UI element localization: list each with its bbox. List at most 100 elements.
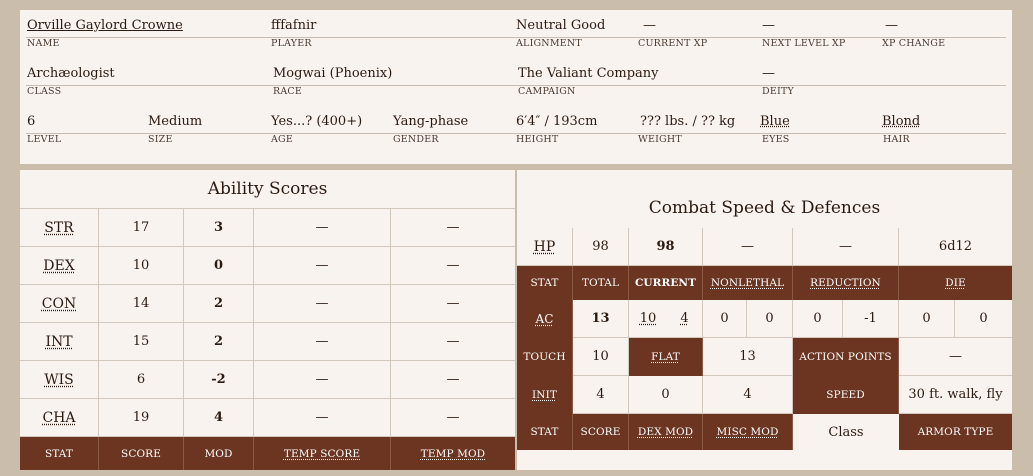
combat-title: Combat Speed & Defences — [648, 198, 881, 218]
hair-value[interactable]: Blond — [882, 114, 920, 130]
level-label: LEVEL — [27, 134, 62, 145]
player-label: PLAYER — [271, 38, 312, 49]
ability-score[interactable]: 15 — [99, 323, 184, 361]
ability-mod: -2 — [184, 361, 254, 399]
ability-score[interactable]: 14 — [99, 285, 184, 323]
alignment-value[interactable]: Neutral Good — [516, 18, 605, 34]
gender-value[interactable]: Yang-phase — [393, 114, 468, 130]
hp-header-total: TOTAL — [573, 266, 629, 300]
divider — [26, 37, 1006, 38]
ability-temp-mod: — — [391, 323, 515, 361]
ac-armor[interactable]: 10 — [629, 300, 667, 338]
xp-change-label: XP CHANGE — [882, 38, 946, 49]
ability-temp-mod: — — [391, 361, 515, 399]
campaign-value[interactable]: The Valiant Company — [518, 66, 659, 82]
hp-header-current: CURRENT — [629, 266, 703, 300]
ac-value[interactable]: -1 — [843, 300, 899, 338]
player-value[interactable]: fffafnir — [271, 18, 316, 34]
race-label: RACE — [273, 86, 303, 97]
eyes-value[interactable]: Blue — [760, 114, 790, 130]
footer-misc-mod[interactable]: MISC MOD — [703, 414, 793, 450]
next-level-xp-value[interactable]: — — [762, 18, 775, 34]
hp-header-die[interactable]: DIE — [899, 266, 1012, 300]
ability-temp-score[interactable]: — — [254, 323, 391, 361]
hp-current[interactable]: 98 — [629, 228, 703, 266]
init-misc-mod[interactable]: 4 — [703, 376, 793, 414]
ability-stat-label[interactable]: DEX — [20, 247, 99, 285]
ac-total[interactable]: 13 — [573, 300, 629, 338]
race-value[interactable]: Mogwai (Phoenix) — [273, 66, 392, 82]
footer-temp-score[interactable]: TEMP SCORE — [254, 437, 391, 470]
hp-total[interactable]: 98 — [573, 228, 629, 266]
hp-nonlethal[interactable]: — — [703, 228, 793, 266]
ac-shield[interactable]: 4 — [667, 300, 703, 338]
ability-temp-score[interactable]: — — [254, 361, 391, 399]
divider — [26, 133, 1006, 134]
height-value[interactable]: 6′4″ / 193cm — [516, 114, 597, 130]
current-xp-value[interactable]: — — [643, 18, 656, 34]
hp-label[interactable]: HP — [517, 228, 573, 266]
action-points-value[interactable]: — — [899, 338, 1012, 376]
ability-stat-label[interactable]: CON — [20, 285, 99, 323]
ac-value[interactable]: 0 — [955, 300, 1012, 338]
gender-label: GENDER — [393, 134, 439, 145]
size-value[interactable]: Medium — [148, 114, 202, 130]
ability-stat-label[interactable]: WIS — [20, 361, 99, 399]
flat-label[interactable]: FLAT — [629, 338, 703, 376]
name-value[interactable]: Orville Gaylord Crowne — [27, 18, 183, 34]
ability-temp-mod: — — [391, 285, 515, 323]
ac-value[interactable]: 0 — [703, 300, 747, 338]
weight-label: WEIGHT — [638, 134, 682, 145]
footer-stat: STAT — [517, 414, 573, 450]
ability-mod: 3 — [184, 209, 254, 247]
ability-score[interactable]: 19 — [99, 399, 184, 437]
init-total[interactable]: 4 — [573, 376, 629, 414]
ability-scores-panel: Ability Scores STR 17 3— — DEX 10 0— — CON 14 2— — I… — [20, 170, 515, 470]
ability-stat-label[interactable]: STR — [20, 209, 99, 247]
current-xp-label: CURRENT XP — [638, 38, 708, 49]
action-points-label: ACTION POINTS — [793, 338, 899, 376]
hp-header-stat: STAT — [517, 266, 573, 300]
footer-temp-mod[interactable]: TEMP MOD — [391, 437, 515, 470]
ability-temp-score[interactable]: — — [254, 247, 391, 285]
touch-label: TOUCH — [517, 338, 573, 376]
ac-value[interactable]: 0 — [747, 300, 793, 338]
xp-change-value[interactable]: — — [885, 18, 898, 34]
hp-header-reduction[interactable]: REDUCTION — [793, 266, 899, 300]
footer-mod: MOD — [184, 437, 254, 470]
weight-value[interactable]: ??? lbs. / ?? kg — [640, 114, 735, 130]
speed-value[interactable]: 30 ft. walk, fly — [899, 376, 1012, 414]
ability-temp-score[interactable]: — — [254, 209, 391, 247]
ability-mod: 2 — [184, 323, 254, 361]
hp-header-nonlethal[interactable]: NONLETHAL — [703, 266, 793, 300]
hp-reduction[interactable]: — — [793, 228, 899, 266]
age-value[interactable]: Yes...? (400+) — [271, 114, 362, 130]
ability-temp-score[interactable]: — — [254, 399, 391, 437]
class-label: CLASS — [27, 86, 62, 97]
ability-score[interactable]: 6 — [99, 361, 184, 399]
hp-die[interactable]: 6d12 — [899, 228, 1012, 266]
ac-value[interactable]: 0 — [793, 300, 843, 338]
ability-score[interactable]: 17 — [99, 209, 184, 247]
footer-armor-type: ARMOR TYPE — [899, 414, 1012, 450]
ability-stat-label[interactable]: INT — [20, 323, 99, 361]
combat-panel: Combat Speed & Defences HP 98 98 — — 6d1… — [517, 170, 1012, 470]
ability-mod: 0 — [184, 247, 254, 285]
deity-value[interactable]: — — [762, 66, 775, 82]
init-label[interactable]: INIT — [517, 376, 573, 414]
level-value[interactable]: 6 — [27, 114, 35, 130]
flat-value[interactable]: 13 — [703, 338, 793, 376]
ac-value[interactable]: 0 — [899, 300, 955, 338]
touch-value[interactable]: 10 — [573, 338, 629, 376]
ability-stat-label[interactable]: CHA — [20, 399, 99, 437]
ability-score[interactable]: 10 — [99, 247, 184, 285]
hair-label: HAIR — [883, 134, 910, 145]
footer-dex-mod[interactable]: DEX MOD — [629, 414, 703, 450]
ac-label[interactable]: AC — [517, 300, 573, 338]
footer-stat: STAT — [20, 437, 99, 470]
init-dex-mod[interactable]: 0 — [629, 376, 703, 414]
ability-temp-score[interactable]: — — [254, 285, 391, 323]
size-label: SIZE — [148, 134, 173, 145]
character-info-panel: Orville Gaylord Crowne NAME fffafnir PLA… — [20, 10, 1012, 164]
class-value[interactable]: Archæologist — [27, 66, 115, 82]
